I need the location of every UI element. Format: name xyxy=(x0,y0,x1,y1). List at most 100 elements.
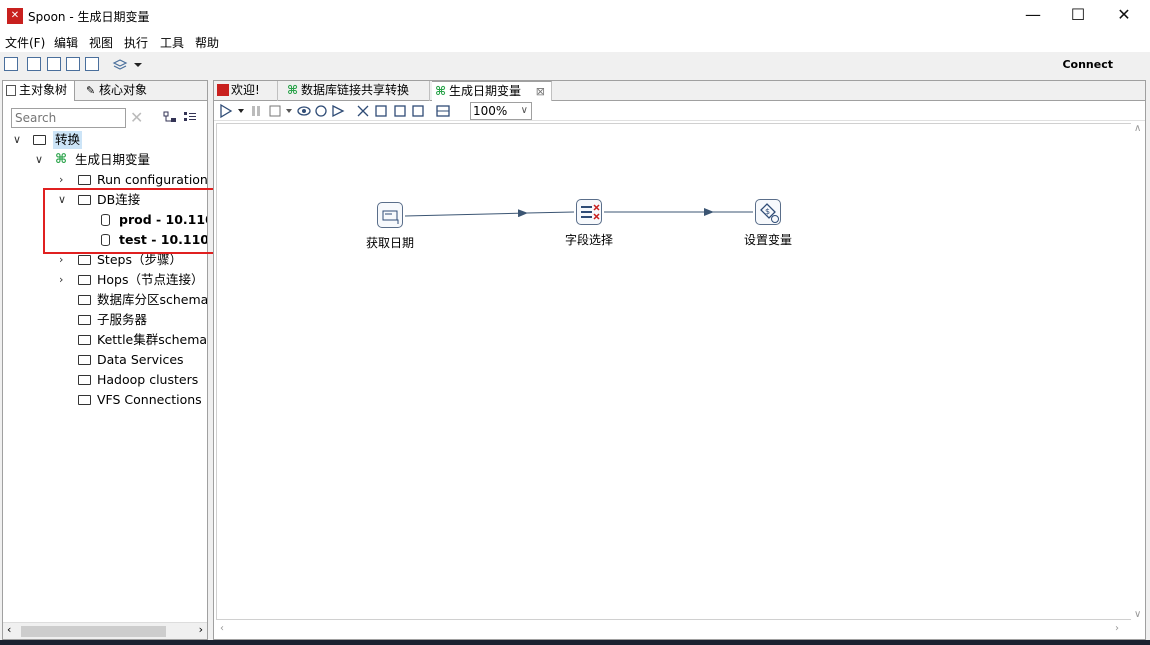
scroll-right-icon[interactable]: › xyxy=(1115,623,1119,634)
highlight-annotation-box xyxy=(43,188,221,254)
close-button[interactable]: ✕ xyxy=(1101,0,1147,32)
folder-icon xyxy=(33,135,46,145)
zoom-select[interactable]: 100% ∨ xyxy=(470,102,532,120)
tab-welcome[interactable]: 欢迎! xyxy=(214,81,278,101)
tree-item-slave-servers[interactable]: 子服务器 xyxy=(3,311,207,329)
stop-icon xyxy=(269,105,281,117)
tree-item-label: Hadoop clusters xyxy=(97,372,199,387)
maximize-button[interactable]: ☐ xyxy=(1055,0,1101,32)
scroll-right-icon[interactable]: › xyxy=(199,623,203,636)
set-variables-icon[interactable]: $ xyxy=(755,199,781,225)
save-as-icon[interactable] xyxy=(85,57,99,71)
menu-tools[interactable]: 工具 xyxy=(160,34,184,51)
chevron-down-icon[interactable]: ∨ xyxy=(35,151,45,169)
get-system-info-icon[interactable] xyxy=(377,202,403,228)
tree-item-hadoop-clusters[interactable]: Hadoop clusters xyxy=(3,371,207,389)
tab-core-objects[interactable]: ✎ 核心对象 xyxy=(83,81,161,101)
tab-main-object-tree[interactable]: 主对象树 xyxy=(3,81,75,101)
folder-icon xyxy=(78,355,91,365)
tab-db-share-transformation[interactable]: ⌘ 数据库链接共享转换 xyxy=(284,81,430,101)
save-icon[interactable] xyxy=(66,57,80,71)
folder-icon xyxy=(78,255,91,265)
tree-item-label: Run configurations xyxy=(97,172,207,187)
tree-transformation-label: 生成日期变量 xyxy=(75,152,151,167)
chevron-down-icon: ∨ xyxy=(520,105,528,116)
vertical-scrollbar[interactable]: ∧ ∨ xyxy=(1131,123,1145,620)
connect-button[interactable]: Connect xyxy=(1062,58,1113,71)
debug-icon xyxy=(315,105,327,117)
left-panel-tabs: 主对象树 ✎ 核心对象 xyxy=(3,81,207,101)
tree-root-transformations[interactable]: ∨ 转换 xyxy=(3,131,203,149)
chevron-right-icon[interactable]: › xyxy=(59,271,69,289)
new-file-icon[interactable] xyxy=(4,57,18,71)
tab-main-object-tree-label: 主对象树 xyxy=(19,83,68,97)
tab-generate-date-variable[interactable]: ⌘ 生成日期变量 ⊠ xyxy=(432,81,552,101)
tree-item-vfs-connections[interactable]: VFS Connections xyxy=(3,391,207,409)
window-title: Spoon - 生成日期变量 xyxy=(28,10,150,24)
folder-icon xyxy=(78,315,91,325)
title-bar: ✕ Spoon - 生成日期变量 — ☐ ✕ xyxy=(0,0,1150,32)
tree-item-label: Hops（节点连接） xyxy=(97,272,204,287)
transformation-icon: ⌘ xyxy=(435,84,447,98)
step-label: 获取日期 xyxy=(366,236,415,250)
close-tab-icon[interactable]: ⊠ xyxy=(536,82,545,101)
menu-run[interactable]: 执行 xyxy=(124,34,148,51)
main-toolbar: Connect xyxy=(0,53,1150,77)
tree-item-hops[interactable]: › Hops（节点连接） xyxy=(3,271,207,289)
chevron-down-icon[interactable]: ∨ xyxy=(13,131,23,149)
horizontal-scrollbar[interactable]: ‹ › xyxy=(3,622,207,639)
canvas-toolbar-icons xyxy=(220,103,450,119)
search-input[interactable] xyxy=(11,108,126,128)
scrollbar-thumb[interactable] xyxy=(21,626,166,637)
tree-item-run-configurations[interactable]: › Run configurations xyxy=(3,171,207,189)
folder-icon xyxy=(78,395,91,405)
minimize-button[interactable]: — xyxy=(1010,0,1056,32)
tab-core-objects-label: 核心对象 xyxy=(99,83,148,97)
menu-file[interactable]: 文件(F) xyxy=(5,34,45,51)
object-tree-icon xyxy=(6,85,16,96)
zoom-value: 100% xyxy=(473,104,508,118)
transformation-icon: ⌘ xyxy=(287,83,299,97)
open-file-icon[interactable] xyxy=(27,57,41,71)
tree-item-cluster-schemas[interactable]: Kettle集群schemas xyxy=(3,331,207,349)
scroll-up-icon[interactable]: ∧ xyxy=(1134,123,1141,134)
tree-root-label: 转换 xyxy=(53,131,83,149)
menu-help[interactable]: 帮助 xyxy=(195,34,219,51)
folder-icon xyxy=(78,275,91,285)
transformation-canvas[interactable]: 获取日期 字段选择 $ 设置变量 xyxy=(216,123,1132,620)
folder-icon xyxy=(78,175,91,185)
chevron-right-icon[interactable]: › xyxy=(59,171,69,189)
select-values-icon[interactable] xyxy=(576,199,602,225)
svg-text:$: $ xyxy=(765,207,770,216)
pencil-icon: ✎ xyxy=(86,84,96,97)
sql-icon xyxy=(394,105,406,117)
hop-arrow xyxy=(404,209,528,218)
layers-dropdown-icon[interactable] xyxy=(112,57,144,73)
tree-item-label: Data Services xyxy=(97,352,184,367)
collapse-all-icon[interactable] xyxy=(163,111,177,123)
replay-icon xyxy=(332,104,345,118)
tab-generate-date-label: 生成日期变量 xyxy=(449,84,522,98)
transformation-icon: ⌘ xyxy=(54,152,68,167)
scroll-down-icon[interactable]: ∨ xyxy=(1134,609,1141,620)
tree-transformation[interactable]: ∨ ⌘ 生成日期变量 xyxy=(3,151,203,169)
folder-icon xyxy=(78,295,91,305)
tree-item-partition-schemas[interactable]: 数据库分区schemas xyxy=(3,291,207,309)
search-row: ✕ xyxy=(3,105,207,129)
menu-view[interactable]: 视图 xyxy=(89,34,113,51)
hops-layer xyxy=(404,208,753,218)
run-icon xyxy=(220,103,233,119)
tree-item-label: VFS Connections xyxy=(97,392,202,407)
run-dropdown-icon xyxy=(238,109,244,113)
tree-item-data-services[interactable]: Data Services xyxy=(3,351,207,369)
scroll-left-icon[interactable]: ‹ xyxy=(220,623,224,634)
explore-db-icon xyxy=(412,105,424,117)
tree-item-label: Kettle集群schemas xyxy=(97,332,207,347)
canvas-horizontal-scrollbar[interactable]: ‹ › xyxy=(216,623,1143,637)
clear-search-icon[interactable]: ✕ xyxy=(130,108,143,127)
expand-all-icon[interactable] xyxy=(183,111,197,123)
scroll-left-icon[interactable]: ‹ xyxy=(7,623,11,636)
tab-db-share-label: 数据库链接共享转换 xyxy=(301,83,410,97)
explore-repository-icon[interactable] xyxy=(47,57,61,71)
menu-edit[interactable]: 编辑 xyxy=(54,34,78,51)
